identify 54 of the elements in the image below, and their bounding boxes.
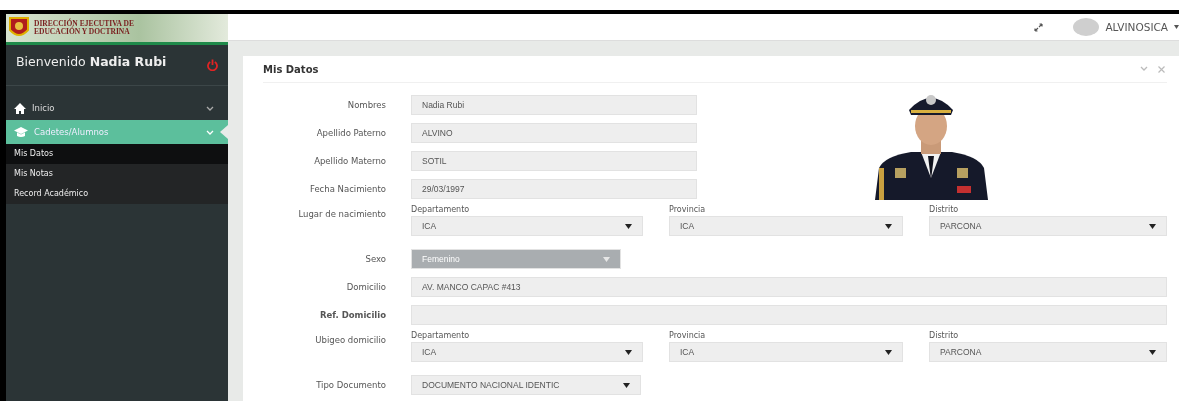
- caret-icon: [1149, 349, 1156, 355]
- power-icon[interactable]: [207, 59, 218, 71]
- field-caption: Provincia: [669, 331, 707, 340]
- field-label: Apellido Paterno: [315, 128, 386, 138]
- input-field[interactable]: AV. MANCO CAPAC #413: [411, 277, 1167, 297]
- field-caption: Departamento: [411, 331, 471, 340]
- select-field[interactable]: ICA: [411, 216, 643, 236]
- caret-icon: [1174, 25, 1179, 29]
- field-label: Lugar de nacimiento: [297, 209, 386, 219]
- graduation-cap-icon: [14, 126, 28, 138]
- caret-icon: [623, 382, 630, 388]
- sidebar-subitem[interactable]: Record Académico: [6, 184, 228, 204]
- caret-icon: [625, 349, 632, 355]
- field-caption: Provincia: [669, 205, 707, 214]
- field-label: Ref. Domicilio: [318, 310, 386, 320]
- field-caption: Distrito: [929, 205, 960, 214]
- field-label: Sexo: [364, 254, 386, 264]
- field-label: Tipo Documento: [315, 380, 386, 390]
- field-label: Ubigeo domicilio: [314, 335, 386, 345]
- caret-icon: [603, 256, 610, 262]
- collapse-icon[interactable]: [1140, 65, 1148, 71]
- input-field[interactable]: SOTIL: [411, 151, 697, 171]
- caret-icon: [625, 223, 632, 229]
- field-caption: Departamento: [411, 205, 471, 214]
- avatar[interactable]: [1073, 18, 1100, 36]
- field-label: Apellido Materno: [313, 156, 386, 166]
- sidebar-item[interactable]: Inicio: [6, 96, 228, 120]
- welcome-text: Bienvenido Nadia Rubi: [16, 53, 167, 69]
- caret-icon: [885, 349, 892, 355]
- input-field[interactable]: [411, 305, 1167, 325]
- close-icon[interactable]: [1158, 65, 1165, 73]
- select-field[interactable]: ICA: [669, 216, 903, 236]
- chevron-down-icon: [206, 129, 214, 135]
- home-icon: [14, 102, 26, 114]
- panel-title: Mis Datos: [263, 63, 319, 75]
- sidebar-subitem[interactable]: Mis Datos: [6, 144, 228, 164]
- field-caption: Distrito: [929, 331, 960, 340]
- sidebar-subitem[interactable]: Mis Notas: [6, 164, 228, 184]
- caret-icon: [1149, 223, 1156, 229]
- user-menu[interactable]: ALVINOSICA: [1105, 21, 1168, 33]
- input-field[interactable]: ALVINO: [411, 123, 697, 143]
- select-field[interactable]: PARCONA: [929, 216, 1167, 236]
- select-field[interactable]: ICA: [411, 342, 643, 362]
- caret-icon: [885, 223, 892, 229]
- chevron-down-icon: [206, 105, 214, 111]
- expand-icon[interactable]: [1034, 22, 1044, 32]
- input-field[interactable]: 29/03/1997: [411, 179, 697, 199]
- field-label: Fecha Nacimiento: [308, 184, 386, 194]
- field-label: Domicilio: [345, 282, 386, 292]
- select-field[interactable]: PARCONA: [929, 342, 1167, 362]
- select-field[interactable]: DOCUMENTO NACIONAL IDENTIC: [411, 375, 641, 395]
- field-label: Nombres: [346, 100, 386, 110]
- input-field[interactable]: Nadia Rubi: [411, 95, 697, 115]
- select-field[interactable]: ICA: [669, 342, 903, 362]
